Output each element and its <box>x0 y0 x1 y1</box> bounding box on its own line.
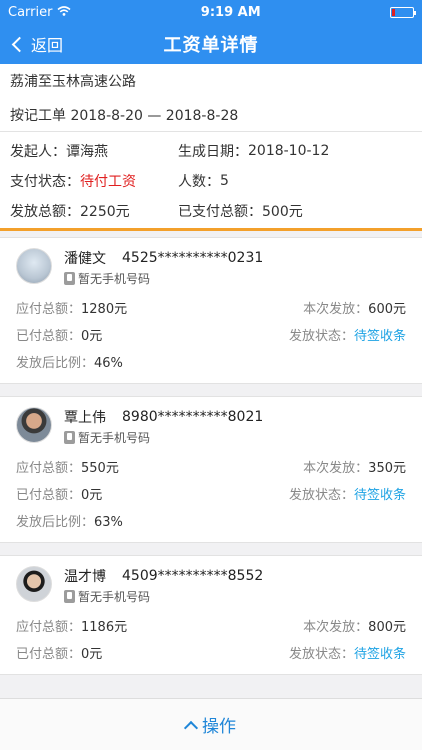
payroll-info: 荔浦至玉林高速公路 按记工单 2018-8-20 — 2018-8-28 发起人… <box>0 64 422 228</box>
this-payout: 本次发放：350元 <box>303 461 406 476</box>
nav-bar: 返回 工资单详情 <box>0 24 422 64</box>
payout-state: 发放状态：待签收条 <box>288 488 406 503</box>
payout-ratio: 发放后比例：46% <box>16 356 123 371</box>
worker-name: 潘健文 <box>64 251 106 267</box>
payout-state: 发放状态：待签收条 <box>288 647 406 662</box>
action-label: 操作 <box>202 717 236 737</box>
payout-ratio: 发放后比例：63% <box>16 515 123 530</box>
generated-date: 生成日期： 2018-10-12 <box>178 143 330 160</box>
this-payout: 本次发放：800元 <box>303 620 406 635</box>
worker-name: 温才博 <box>64 569 106 585</box>
battery-icon <box>389 6 416 18</box>
phone-text: 暂无手机号码 <box>78 430 151 445</box>
worker-card[interactable]: 潘健文 4525**********0231 暂无手机号码 应付总额：1280元 … <box>0 237 422 384</box>
initiator: 发起人： 谭海燕 <box>10 144 108 160</box>
worker-card[interactable]: 覃上伟 8980**********8021 暂无手机号码 应付总额：550元 本… <box>0 396 422 543</box>
phone-icon <box>64 589 75 603</box>
this-payout: 本次发放：600元 <box>303 302 406 317</box>
status-badge: 待付工资 <box>80 174 136 190</box>
paid-amount: 已付总额：0元 <box>16 488 103 503</box>
clock: 9:19 AM <box>200 4 261 20</box>
status-bar: Carrier 9:19 AM <box>0 0 422 24</box>
worker-id: 4509**********8552 <box>122 568 264 584</box>
payable-total: 应付总额：550元 <box>16 461 119 476</box>
payable-total: 应付总额：1280元 <box>16 302 128 317</box>
worker-name: 覃上伟 <box>64 410 106 426</box>
back-label: 返回 <box>31 36 64 55</box>
paid-amount: 已付总额：0元 <box>16 329 103 344</box>
chevron-up-icon <box>183 720 199 735</box>
paid-amount: 已付总额：0元 <box>16 647 103 662</box>
action-button[interactable]: 操作 <box>0 698 422 750</box>
project-name: 荔浦至玉林高速公路 <box>10 74 136 90</box>
worker-card[interactable]: 温才博 4509**********8552 暂无手机号码 应付总额：1186元 … <box>0 555 422 675</box>
back-button[interactable]: 返回 <box>10 24 63 64</box>
page-title: 工资单详情 <box>163 35 259 56</box>
pay-status: 支付状态： 待付工资 <box>10 166 178 196</box>
phone-icon <box>64 430 75 444</box>
wifi-icon <box>57 5 71 20</box>
worker-id: 8980**********8021 <box>122 409 264 425</box>
phone-text: 暂无手机号码 <box>78 589 151 604</box>
avatar <box>16 248 52 284</box>
chevron-left-icon <box>11 36 28 52</box>
phone-icon <box>64 271 75 285</box>
avatar <box>16 566 52 602</box>
payable-total: 应付总额：1186元 <box>16 620 128 635</box>
carrier-label: Carrier <box>8 4 53 20</box>
avatar <box>16 407 52 443</box>
worker-count: 人数： 5 <box>178 173 229 190</box>
work-period: 按记工单 2018-8-20 — 2018-8-28 <box>0 98 422 132</box>
paid-total: 已支付总额： 500元 <box>178 204 303 220</box>
payout-state: 发放状态：待签收条 <box>288 329 406 344</box>
worker-id: 4525**********0231 <box>122 250 264 266</box>
phone-text: 暂无手机号码 <box>78 271 151 286</box>
payout-total: 发放总额： 2250元 <box>10 204 130 220</box>
